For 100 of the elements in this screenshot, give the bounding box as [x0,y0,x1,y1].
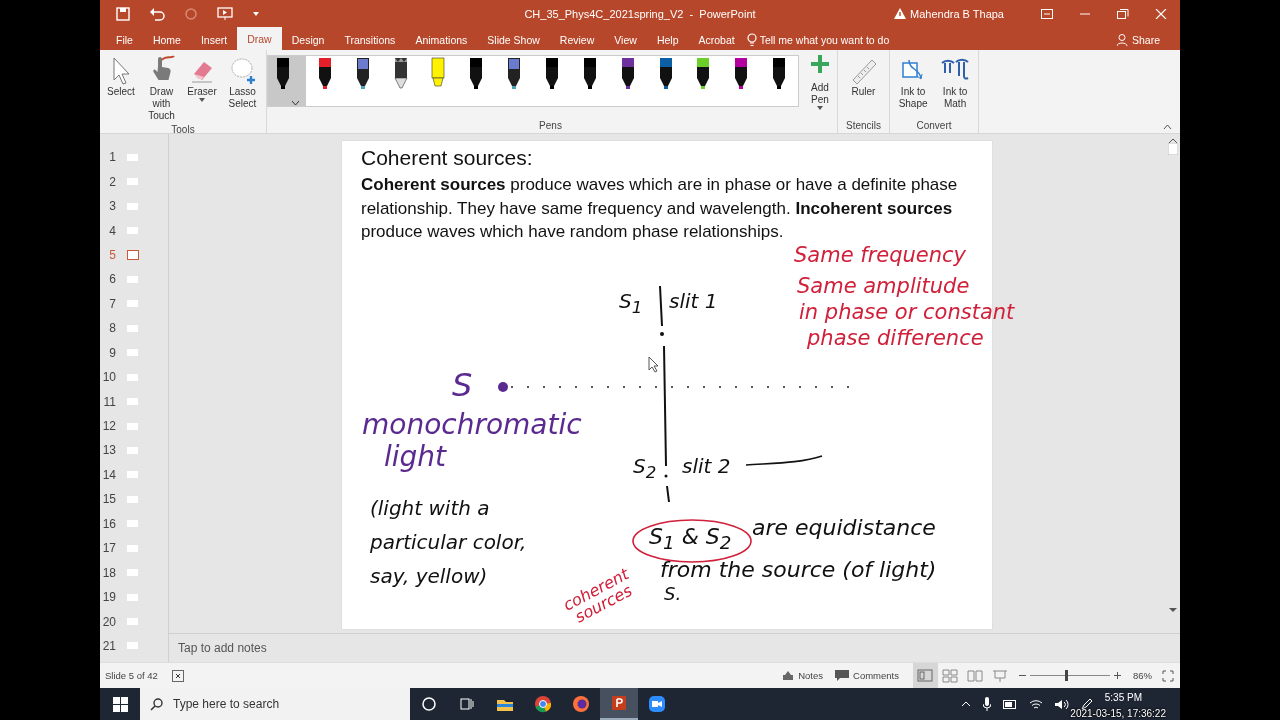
ribbon-tab[interactable]: View [604,29,647,50]
comments-button[interactable]: Comments [829,663,905,688]
ribbon-tab[interactable]: Insert [190,29,238,50]
highlighter-icon [429,56,448,90]
ribbon-button[interactable]: Ink to Math [935,53,975,111]
add-pen-button[interactable]: Add Pen [806,53,834,111]
ribbon-button[interactable]: Lasso Select [222,53,263,111]
group-label: Stencils [846,119,881,133]
windows-icon [112,696,128,712]
slide-thumbnail[interactable]: 14 [100,462,168,488]
handwritten-note: phase difference [807,328,984,349]
ribbon-tab[interactable]: File [106,29,143,50]
ribbon-tab[interactable]: Animations [405,29,478,50]
slide-thumbnail[interactable]: 9 [100,340,168,365]
handwritten-note: are equidistance [752,517,936,539]
handwritten-note: S$_{1}$ [619,291,643,317]
powerpoint-icon [609,693,629,713]
group-label: Tools [171,123,195,137]
slide-thumbnail[interactable]: 2 [100,169,168,194]
slide-thumbnail[interactable]: 20 [100,609,168,634]
notes-placeholder[interactable]: Tap to add notes [178,641,267,655]
ribbon-button[interactable]: Draw with Touch [141,53,182,123]
show-view-icon [992,668,1009,683]
share-button[interactable]: Share [1110,29,1166,50]
normal-view-icon [917,668,934,683]
chrome-icon [533,694,553,714]
recording-timestamp: 2021-03-15, 17:36:22 [1070,708,1166,719]
caret-icon[interactable] [252,10,260,17]
ribbon-tab[interactable]: Home [142,29,191,50]
fit-slide-icon[interactable] [1162,669,1174,682]
zoom-in-icon[interactable] [1114,672,1121,679]
ribbon-button[interactable]: Select [103,53,139,99]
slide-thumbnail[interactable]: 4 [100,218,168,243]
reading-view-icon [967,668,984,683]
slide-thumbnail[interactable]: 11 [100,389,168,414]
slide-thumbnail[interactable]: 10 [100,364,168,390]
slide-thumbnail[interactable]: 7 [100,291,168,317]
user-name: Mahendra B Thapa [910,7,1004,20]
handwritten-note: S [452,369,473,401]
collapse-icon[interactable] [1163,124,1172,130]
ribbon-tab[interactable]: Help [646,29,689,50]
ribbon-tab[interactable]: Acrobat [688,29,745,50]
slide-counter: Slide 5 of 42 [105,670,158,681]
handwritten-note: in phase or constant [799,302,1015,323]
pen-button[interactable] [268,56,306,106]
slide-thumbnail[interactable]: 18 [100,560,168,585]
pen-icon[interactable] [1080,698,1093,710]
microphone-icon[interactable] [982,697,991,711]
presentation-icon[interactable] [217,6,233,21]
ribbon-button[interactable]: Ruler [845,53,882,99]
handwritten-note: light [384,443,447,471]
scroll-down-icon[interactable] [1168,608,1177,613]
slide-thumbnail[interactable]: 21 [100,633,168,659]
notes-button[interactable]: Notes [776,663,830,688]
handwritten-note: monochromatic [362,411,582,439]
battery-icon[interactable] [1002,699,1017,709]
person-icon [1116,33,1128,46]
handwritten-note: S$_{2}$ [633,456,657,482]
slide-thumbnail[interactable]: 8 [100,316,168,341]
slide-thumbnail[interactable]: 13 [100,438,168,463]
ribbon-button[interactable]: Ink to Shape [893,53,934,111]
slide-thumbnail[interactable]: 6 [100,267,168,292]
spellcheck-icon[interactable] [171,669,184,682]
ribbon-tab[interactable]: Slide Show [477,29,550,50]
cursor-icon [648,356,659,373]
search-icon [150,697,163,711]
zoom-percentage[interactable]: 86% [1133,670,1152,681]
tell-me-field[interactable]: Tell me what you want to do [759,33,890,46]
slide-thumbnail[interactable]: 12 [100,413,168,439]
caret-up-icon[interactable] [960,701,971,707]
restore-icon[interactable] [1117,8,1129,19]
handwritten-note: S$_{1}$ & S$_{2}$ [649,526,732,553]
caret-icon [292,101,300,106]
handwritten-note: slit 1 [669,291,718,311]
slide-thumbnail[interactable]: 1 [100,145,168,170]
close-icon[interactable] [1155,8,1167,19]
save-icon[interactable] [116,6,130,21]
ribbon-tab[interactable]: Review [549,29,605,50]
scroll-thumb[interactable] [1167,143,1178,155]
ribbon-button[interactable]: Eraser [184,53,220,103]
slide-thumbnail[interactable]: 19 [100,584,168,610]
ribbon-tab[interactable]: Design [281,29,335,50]
cortana-icon [419,694,439,714]
slide-thumbnail[interactable]: 17 [100,536,168,561]
undo-icon[interactable] [149,6,165,21]
slide-thumbnail[interactable]: 3 [100,193,168,219]
slide-thumbnail[interactable]: 15 [100,487,168,512]
slide-thumbnail[interactable]: 5 [100,242,168,268]
handwritten-note: from the source (of light) [660,559,937,581]
lightbulb-icon [746,32,757,47]
zoom-out-icon[interactable] [1019,672,1026,679]
wifi-icon[interactable] [1028,698,1043,710]
ribbon-tab[interactable]: Transitions [334,29,406,50]
ribbon-tab[interactable]: Draw [237,27,282,50]
slide-thumbnail[interactable]: 16 [100,511,168,536]
slide-paragraph: Coherent sources produce waves which are in phase or have a definite phase relationship. They have same frequency and wavelength. Incoherent sources produce waves which have random phase relationships. [361,174,959,243]
speaker-icon[interactable] [1054,698,1069,710]
taskbar-search-field[interactable]: Type here to search [140,688,410,720]
ribbon-display-icon[interactable] [1041,8,1053,19]
handwritten-note: (light with a particular color, say, yellow) [370,495,528,590]
